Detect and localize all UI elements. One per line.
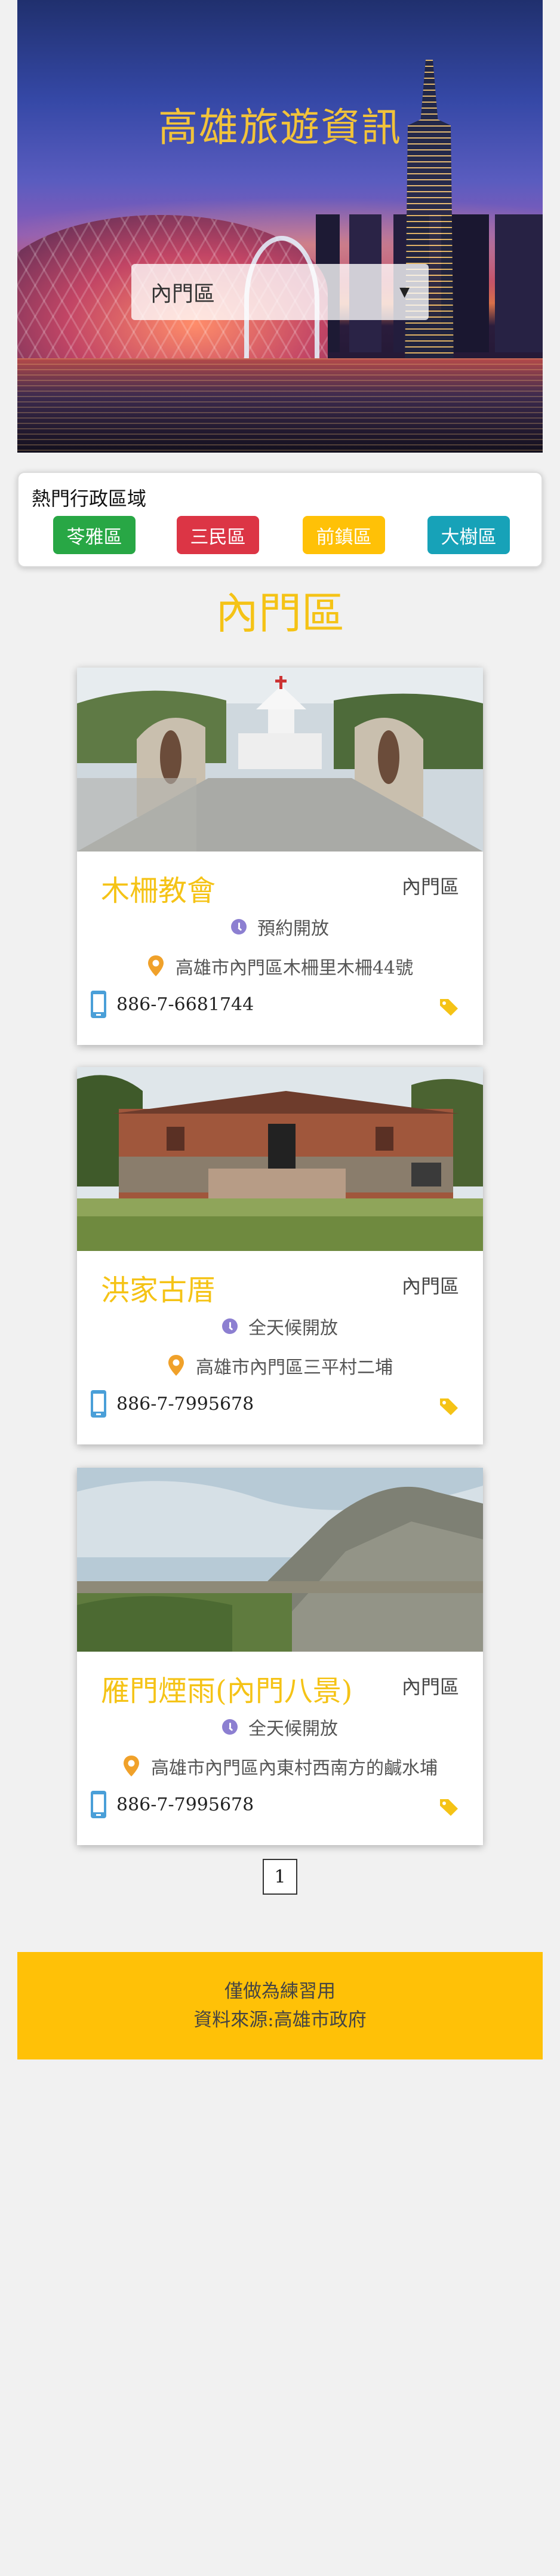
phone[interactable]: 886-7-6681744 xyxy=(90,990,254,1019)
phone-text: 886-7-7995678 xyxy=(116,1794,254,1815)
tag-icon[interactable] xyxy=(439,1397,459,1416)
water-reflection xyxy=(17,358,543,453)
clock-icon xyxy=(222,1318,238,1334)
phone-icon xyxy=(91,1791,106,1818)
address-text: 高雄市內門區三平村二埔 xyxy=(196,1357,393,1378)
address-text: 高雄市內門區木柵里木柵44號 xyxy=(175,958,414,979)
zone-button-lingya[interactable]: 苓雅區 xyxy=(53,516,136,554)
opening-hours-text: 全天候開放 xyxy=(248,1318,338,1339)
opening-hours: 全天候開放 xyxy=(77,1714,483,1740)
phone-icon xyxy=(91,1390,106,1418)
footer-note: 僅做為練習用 xyxy=(224,1981,336,2002)
map-pin-icon xyxy=(168,1355,184,1376)
hot-districts-panel: 熱門行政區域 苓雅區 三民區 前鎮區 大樹區 xyxy=(17,472,543,567)
tag-icon[interactable] xyxy=(439,997,459,1016)
opening-hours-text: 預約開放 xyxy=(257,918,329,939)
attraction-photo xyxy=(77,1468,483,1652)
opening-hours-text: 全天候開放 xyxy=(248,1719,338,1739)
opening-hours: 全天候開放 xyxy=(77,1313,483,1339)
address: 高雄市內門區三平村二埔 xyxy=(77,1352,483,1379)
page-title: 高雄旅遊資訊 xyxy=(158,104,402,150)
chevron-down-icon: ▼ xyxy=(399,284,410,300)
tag-icon[interactable] xyxy=(439,1797,459,1816)
zone-button-sanmin[interactable]: 三民區 xyxy=(177,516,259,554)
address-text: 高雄市內門區內東村西南方的鹹水埔 xyxy=(151,1758,438,1779)
address: 高雄市內門區內東村西南方的鹹水埔 xyxy=(77,1753,483,1779)
attraction-name: 雁門煙雨(內門八景) xyxy=(101,1674,353,1708)
attraction-card[interactable]: 雁門煙雨(內門八景) 內門區 全天候開放 高雄市內門區內東村西南方的鹹水埔 88… xyxy=(77,1468,483,1845)
attraction-photo xyxy=(77,668,483,852)
zone-button-dashu[interactable]: 大樹區 xyxy=(427,516,510,554)
address: 高雄市內門區木柵里木柵44號 xyxy=(77,953,483,979)
phone-icon xyxy=(91,991,106,1018)
map-pin-icon xyxy=(147,955,164,976)
map-pin-icon xyxy=(124,1756,139,1776)
attraction-card[interactable]: 木柵教會 內門區 預約開放 高雄市內門區木柵里木柵44號 886-7-66817… xyxy=(77,668,483,1045)
district-select[interactable]: 內門區 ▼ xyxy=(131,264,429,320)
phone-text: 886-7-6681744 xyxy=(116,994,254,1015)
hero-banner: 高雄旅遊資訊 內門區 ▼ xyxy=(17,0,543,453)
pagination-page-1[interactable]: 1 xyxy=(263,1859,297,1895)
attraction-card[interactable]: 洪家古厝 內門區 全天候開放 高雄市內門區三平村二埔 886-7-7995678 xyxy=(77,1067,483,1444)
district-heading: 內門區 xyxy=(215,588,344,638)
phone-text: 886-7-7995678 xyxy=(116,1393,254,1415)
clock-icon xyxy=(222,1719,238,1735)
footer: 僅做為練習用 資料來源:高雄市政府 xyxy=(17,1952,543,2059)
district-select-value: 內門區 xyxy=(150,282,216,306)
attraction-zone: 內門區 xyxy=(401,1676,459,1698)
attraction-zone: 內門區 xyxy=(401,875,459,898)
clock-icon xyxy=(231,919,247,935)
attraction-zone: 內門區 xyxy=(401,1275,459,1298)
footer-source: 資料來源:高雄市政府 xyxy=(193,2009,367,2031)
attraction-photo xyxy=(77,1067,483,1251)
phone[interactable]: 886-7-7995678 xyxy=(90,1390,254,1418)
hot-districts-title: 熱門行政區域 xyxy=(32,487,147,510)
attraction-name: 木柵教會 xyxy=(101,874,216,908)
phone[interactable]: 886-7-7995678 xyxy=(90,1790,254,1819)
opening-hours: 預約開放 xyxy=(77,914,483,940)
zone-button-qianzhen[interactable]: 前鎮區 xyxy=(303,516,385,554)
attraction-name: 洪家古厝 xyxy=(101,1274,216,1307)
